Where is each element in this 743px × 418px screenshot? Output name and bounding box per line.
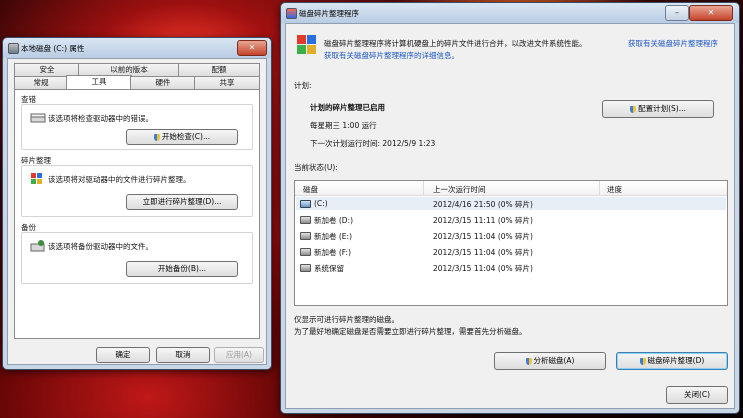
last-run: 2012/3/15 11:11 (0% 碎片) [433,216,533,225]
section-description: 该选项将对驱动器中的文件进行碎片整理。 [48,175,191,184]
help-link[interactable]: 获取有关磁盘碎片整理程序的详细信息。 [324,50,459,61]
schedule-label: 计划: [294,81,312,90]
schedule-status: 计划的碎片整理已启用 [310,103,385,112]
apply-button[interactable]: 应用(A) [214,347,264,363]
section-description: 该选项将检查驱动器中的错误。 [48,114,153,123]
ok-button[interactable]: 确定 [96,347,150,363]
defragmenter-titlebar[interactable]: 磁盘碎片整理程序 – ✕ [281,3,739,23]
shield-icon [525,357,532,365]
last-run: 2012/3/15 11:04 (0% 碎片) [433,232,533,241]
tab-sharing[interactable]: 共享 [194,76,260,90]
help-link-prefix[interactable]: 获取有关磁盘碎片整理程序 [628,38,718,49]
check-now-button[interactable]: 开始检查(C)... [126,129,238,145]
tab-quota[interactable]: 配额 [178,63,260,77]
table-row[interactable]: 系统保留 2012/3/15 11:04 (0% 碎片) [296,261,726,274]
configure-schedule-label: 配置计划(S)... [638,104,686,113]
cancel-button[interactable]: 取消 [156,347,210,363]
disk-name: 新加卷 (E:) [314,232,353,241]
window-title: 本地磁盘 (C:) 属性 [21,44,85,53]
tab-tools[interactable]: 工具 [66,75,132,90]
system-drive-icon [300,200,311,208]
hard-drive-icon [30,113,46,123]
disk-name: 系统保留 [314,264,344,273]
next-run-time: 下一次计划运行时间: 2012/5/9 1:23 [310,139,436,148]
groupbox-backup: 该选项将备份驱动器中的文件。 开始备份(B)... [21,232,253,284]
last-run: 2012/3/15 11:04 (0% 碎片) [433,264,533,273]
drive-icon [8,43,19,54]
tab-general[interactable]: 常规 [14,76,68,90]
configure-schedule-button[interactable]: 配置计划(S)... [602,100,714,118]
defragmenter-client: 磁盘碎片整理程序将计算机硬盘上的碎片文件进行合并，以改进文件系统性能。 获取有关… [285,23,735,409]
groupbox-error-checking: 该选项将检查驱动器中的错误。 开始检查(C)... [21,104,253,150]
close-button-bottom[interactable]: 关闭(C) [666,386,728,404]
disk-list[interactable]: 磁盘 上一次运行时间 进度 (C:) 2012/4/16 21:50 (0% 碎… [294,180,728,306]
backup-icon [30,240,45,252]
schedule-time: 每星期三 1:00 运行 [310,121,377,130]
analyze-disk-label: 分析磁盘(A) [533,356,575,365]
close-button[interactable]: ✕ [237,40,267,56]
defrag-icon [31,173,42,184]
disk-name: 新加卷 (D:) [314,216,354,225]
properties-titlebar[interactable]: 本地磁盘 (C:) 属性 ✕ [3,38,271,58]
shield-icon [639,357,646,365]
tools-panel: 查错 该选项将检查驱动器中的错误。 开始检查(C)... 碎片整理 该选项将对驱… [14,89,260,339]
note-analyze-first: 为了最好地确定磁盘是否需要立即进行碎片整理，需要首先分析磁盘。 [294,327,527,336]
table-row[interactable]: (C:) 2012/4/16 21:50 (0% 碎片) [296,197,726,210]
drive-icon [300,248,311,256]
last-run: 2012/4/16 21:50 (0% 碎片) [433,200,533,209]
defragment-now-button[interactable]: 立即进行碎片整理(D)... [126,194,238,210]
window-title: 磁盘碎片整理程序 [299,9,359,18]
defrag-app-icon [286,8,297,19]
shield-icon [153,133,160,141]
last-run: 2012/3/15 11:04 (0% 碎片) [433,248,533,257]
column-separator [423,181,424,195]
tab-hardware[interactable]: 硬件 [130,76,196,90]
column-separator [599,181,600,195]
table-row[interactable]: 新加卷 (D:) 2012/3/15 11:11 (0% 碎片) [296,213,726,226]
check-now-label: 开始检查(C)... [161,132,211,141]
column-header-last-run[interactable]: 上一次运行时间 [433,184,486,195]
minimize-button[interactable]: – [665,5,689,21]
analyze-disk-button[interactable]: 分析磁盘(A) [494,352,606,370]
defragmenter-window: 磁盘碎片整理程序 – ✕ 磁盘碎片整理程序将计算机硬盘上的碎片文件进行合并，以改… [280,2,740,414]
disk-name: (C:) [314,199,328,208]
intro-text: 磁盘碎片整理程序将计算机硬盘上的碎片文件进行合并，以改进文件系统性能。 [324,39,587,48]
properties-window: 本地磁盘 (C:) 属性 ✕ 安全 以前的版本 配额 常规 工具 硬件 共享 查… [2,37,272,370]
groupbox-defragmentation: 该选项将对驱动器中的文件进行碎片整理。 立即进行碎片整理(D)... [21,165,253,217]
disk-name: 新加卷 (F:) [314,248,351,257]
defragment-disk-label: 磁盘碎片整理(D) [647,356,705,365]
shield-icon [630,105,637,113]
defragment-disk-button[interactable]: 磁盘碎片整理(D) [616,352,728,370]
drive-icon [300,232,311,240]
drive-icon [300,264,311,272]
note-disks-shown: 仅显示可进行碎片整理的磁盘。 [294,315,399,324]
defrag-large-icon [297,35,316,54]
column-header-progress[interactable]: 进度 [607,184,622,195]
backup-now-button[interactable]: 开始备份(B)... [126,261,238,277]
column-header-disk[interactable]: 磁盘 [303,184,318,195]
properties-client: 安全 以前的版本 配额 常规 工具 硬件 共享 查错 该选项将检查驱动器中的错误… [7,58,267,365]
list-header: 磁盘 上一次运行时间 进度 [295,181,727,196]
table-row[interactable]: 新加卷 (E:) 2012/3/15 11:04 (0% 碎片) [296,229,726,242]
current-status-label: 当前状态(U): [294,163,338,172]
table-row[interactable]: 新加卷 (F:) 2012/3/15 11:04 (0% 碎片) [296,245,726,258]
close-button[interactable]: ✕ [689,5,733,21]
section-description: 该选项将备份驱动器中的文件。 [48,242,153,251]
drive-icon [300,216,311,224]
